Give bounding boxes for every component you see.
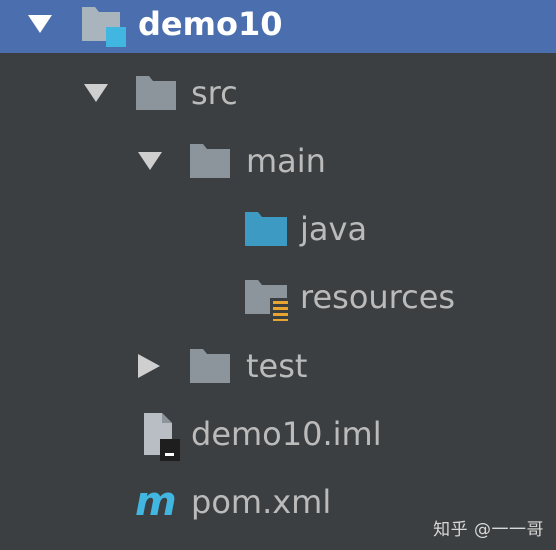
iml-file-icon [136,405,184,463]
tree-row-resources[interactable]: resources [0,268,556,326]
svg-text:m: m [135,479,177,525]
folder-icon [188,132,236,190]
project-tree: demo10 src main java resources test demo… [0,0,556,550]
tree-row-src[interactable]: src [0,64,556,122]
folder-icon [188,337,236,395]
maven-file-icon: m [134,473,182,531]
tree-row-demo10[interactable]: demo10 [0,0,556,53]
folder-icon [134,64,182,122]
tree-item-label: demo10.iml [191,415,382,453]
expand-arrow-icon[interactable] [134,132,166,190]
expand-arrow-icon[interactable] [80,64,112,122]
tree-item-label: pom.xml [191,483,332,521]
tree-item-label: resources [300,278,456,316]
resources-root-folder-icon [243,268,291,326]
tree-row-test[interactable]: test [0,337,556,395]
tree-item-label: src [191,74,238,112]
tree-item-label: main [246,142,326,180]
module-folder-icon [80,0,128,53]
tree-row-main[interactable]: main [0,132,556,190]
watermark: 知乎 @一一哥 [433,520,544,540]
tree-item-label: demo10 [138,5,283,43]
tree-row-demo10-iml[interactable]: demo10.iml [0,405,556,463]
tree-item-label: java [300,210,368,248]
collapsed-arrow-icon[interactable] [134,337,166,395]
tree-item-label: test [246,347,308,385]
source-root-folder-icon [243,200,291,258]
expand-arrow-icon[interactable] [24,0,56,53]
tree-row-java[interactable]: java [0,200,556,258]
